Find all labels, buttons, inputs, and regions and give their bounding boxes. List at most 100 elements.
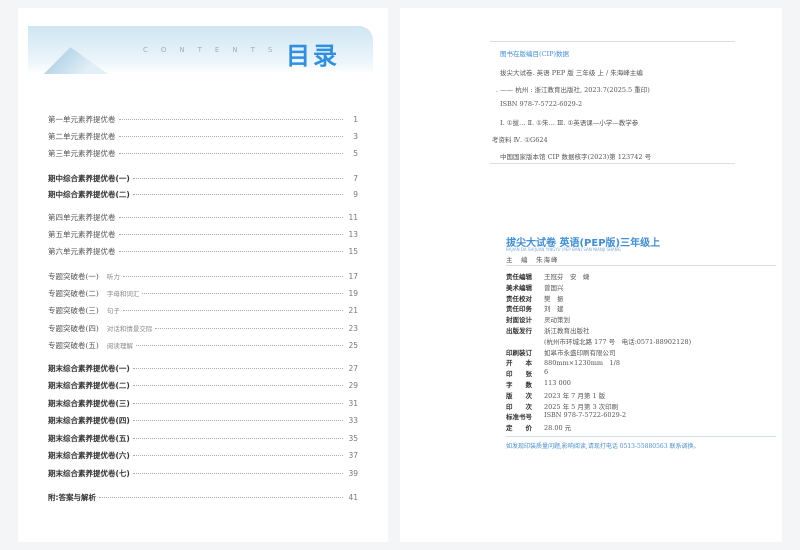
toc-entry[interactable]: 专题突破卷(二) 字母和词汇 19 (48, 288, 358, 300)
toc-entry-page: 9 (353, 190, 358, 199)
toc-entry[interactable]: 期中综合素养提优卷(一) 7 (48, 173, 358, 185)
toc-entry-title: 第五单元素养提优卷 (48, 230, 116, 239)
toc-entry-page: 39 (348, 469, 358, 478)
toc-entry-page: 21 (348, 306, 358, 315)
toc-entry[interactable]: 期末综合素养提优卷(五) 35 (48, 433, 358, 445)
contents-label: CONTENTS (143, 46, 286, 54)
toc-entry[interactable]: 第一单元素养提优卷 1 (48, 114, 358, 126)
colophon-row: 责任校对 樊 振 (506, 293, 564, 303)
dot-leader (135, 345, 343, 346)
toc-entry[interactable]: 期末综合素养提优卷(四) 33 (48, 415, 358, 427)
colophon-label: 字 数 (506, 381, 532, 389)
dot-leader (118, 119, 343, 120)
toc-entry-page: 17 (348, 272, 358, 281)
toc-entry-subtitle: 句子 (106, 307, 120, 315)
cip-line: 中国国家版本馆 CIP 数据核字(2023)第 123742 号 (500, 153, 652, 161)
toc-entry-title: 期末综合素养提优卷(四) (48, 416, 130, 425)
colophon-row: 印 次 2025 年 5 月第 3 次印刷 (506, 401, 618, 411)
colophon-label: 印 张 (506, 370, 532, 379)
toc-entry-subtitle: 阅读理解 (106, 342, 133, 350)
toc-entry[interactable]: 附:答案与解析 41 (48, 492, 358, 504)
colophon-label: 标准书号 (506, 413, 532, 422)
toc-entry[interactable]: 第三单元素养提优卷 5 (48, 148, 358, 160)
colophon-label: 责任印务 (506, 305, 532, 314)
divider (506, 436, 776, 437)
dot-leader (132, 368, 343, 369)
colophon-label: 责任校对 (506, 294, 532, 303)
dot-leader (132, 178, 343, 179)
colophon-value: 樊 振 (544, 294, 564, 303)
colophon-value: ISBN 978-7-5722-6029-2 (544, 411, 627, 420)
chief-editor: 主 编 朱海峰 (506, 256, 559, 264)
toc-entry-title: 专题突破卷(五) (48, 341, 99, 350)
colophon-value: 如皋市永盛印刷有限公司 (544, 348, 616, 357)
colophon-row: 开 本 880mm×1230mm 1/8 (506, 357, 620, 367)
toc-entry-subtitle: 字母和词汇 (106, 290, 140, 298)
colophon-row: (杭州市环城北路 177 号 电话:0571-88902128) (506, 336, 691, 346)
colophon-label: 定 价 (506, 424, 532, 433)
colophon-label: 开 本 (506, 359, 532, 368)
toc-entry-page: 13 (348, 230, 358, 239)
dot-leader (118, 234, 343, 235)
colophon-row: 责任印务 刘 建 (506, 303, 564, 313)
dot-leader (99, 497, 343, 498)
dot-leader (118, 153, 343, 154)
toc-entry[interactable]: 期末综合素养提优卷(三) 31 (48, 398, 358, 410)
toc-entry[interactable]: 专题突破卷(三) 句子 21 (48, 305, 358, 317)
dot-leader (132, 455, 343, 456)
toc-entry-page: 11 (348, 213, 358, 222)
colophon-value: 113 000 (544, 379, 571, 387)
toc-entry-title: 期末综合素养提优卷(六) (48, 451, 130, 460)
dot-leader (132, 403, 343, 404)
toc-entry[interactable]: 第二单元素养提优卷 3 (48, 131, 358, 143)
dot-leader (118, 251, 343, 252)
colophon-value: 2025 年 5 月第 3 次印刷 (544, 402, 619, 411)
colophon-label: 印 次 (506, 402, 532, 411)
dot-leader (132, 473, 343, 474)
toc-entry[interactable]: 第五单元素养提优卷 13 (48, 229, 358, 241)
toc-entry-title: 第一单元素养提优卷 (48, 115, 116, 124)
toc-entry[interactable]: 期末综合素养提优卷(一) 27 (48, 363, 358, 375)
cip-heading: 图书在版编目(CIP)数据 (500, 50, 569, 58)
toc-entry-title: 期末综合素养提优卷(七) (48, 469, 130, 478)
cip-line: 拔尖大试卷. 英语 PEP 版 三年级 上 / 朱海峰主编 (500, 69, 643, 77)
dot-leader (132, 194, 343, 195)
toc-entry-page: 1 (353, 115, 358, 124)
toc-entry-title: 专题突破卷(二) (48, 289, 99, 298)
toc-entry-page: 33 (348, 416, 358, 425)
toc-entry-title: 第六单元素养提优卷 (48, 247, 116, 256)
colophon-row: 字 数 113 000 (506, 379, 571, 389)
toc-entry-title: 期末综合素养提优卷(三) (48, 399, 130, 408)
toc-entry[interactable]: 专题突破卷(一) 听力 17 (48, 271, 358, 283)
toc-entry[interactable]: 期中综合素养提优卷(二) 9 (48, 189, 358, 201)
toc-entry-page: 19 (348, 289, 358, 298)
toc-entry-title: 专题突破卷(一) (48, 272, 99, 281)
colophon-value: 28.00 元 (544, 424, 572, 433)
toc-entry-page: 41 (348, 493, 358, 502)
toc-entry[interactable]: 期末综合素养提优卷(二) 29 (48, 380, 358, 392)
toc-entry[interactable]: 第四单元素养提优卷 11 (48, 212, 358, 224)
colophon-value: 浙江教育出版社 (544, 327, 590, 335)
colophon-value: (杭州市环城北路 177 号 电话:0571-88902128) (544, 337, 692, 346)
cip-line: Ⅰ. ①拔… Ⅱ. ①朱… Ⅲ. ①英语课—小学—教学参 (500, 119, 639, 127)
colophon-value: 王冠芬 安 婕 (544, 273, 590, 281)
toc-entry-title: 第二单元素养提优卷 (48, 132, 116, 141)
toc-entry[interactable]: 期末综合素养提优卷(六) 37 (48, 450, 358, 462)
toc-entry-page: 7 (353, 174, 358, 183)
colophon-label: 美术编辑 (506, 283, 532, 292)
colophon-row: 印刷装订 如皋市永盛印刷有限公司 (506, 347, 616, 357)
toc-entry-title: 专题突破卷(四) (48, 324, 99, 333)
toc-entry[interactable]: 第六单元素养提优卷 15 (48, 246, 358, 258)
cip-line: . —— 杭州 : 浙江教育出版社, 2023.7(2025.5 重印) (496, 86, 650, 94)
toc-entry-title: 期末综合素养提优卷(五) (48, 434, 130, 443)
colophon-value: 曾国兴 (544, 283, 564, 292)
toc-entry-title: 期中综合素养提优卷(二) (48, 190, 130, 199)
dot-leader (132, 385, 343, 386)
toc-entry[interactable]: 期末综合素养提优卷(七) 39 (48, 468, 358, 480)
toc-page: CONTENTS 目录 第一单元素养提优卷 1 第二单元素养提优卷 3 第三单元素养提优… (18, 8, 388, 542)
toc-entry[interactable]: 专题突破卷(五) 阅读理解 25 (48, 340, 358, 352)
divider (490, 163, 735, 164)
dot-leader (142, 293, 343, 294)
colophon-row: 封面设计 灵动策划 (506, 314, 570, 324)
toc-entry[interactable]: 专题突破卷(四) 对话和情景交际 23 (48, 323, 358, 335)
